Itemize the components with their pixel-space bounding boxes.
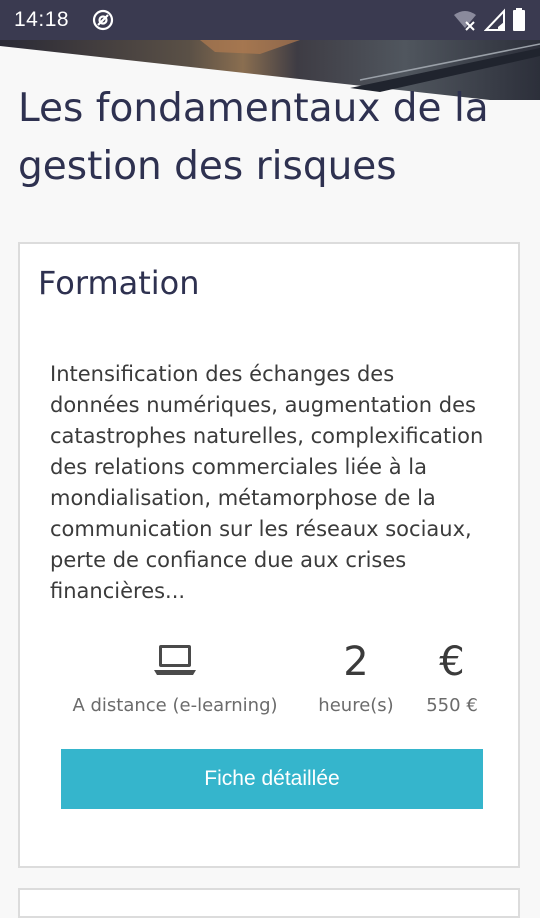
stat-duration-label: heure(s) (318, 695, 394, 716)
signal-icon (484, 8, 505, 31)
training-card: Formation Intensification des échanges d… (18, 242, 520, 868)
stat-mode-label: A distance (e-learning) (72, 695, 278, 716)
at-sign-icon (92, 9, 114, 31)
stat-price-label: 550 € (426, 695, 478, 716)
detail-sheet-button[interactable]: Fiche détaillée (61, 749, 483, 809)
battery-icon (513, 8, 525, 31)
laptop-icon (154, 645, 196, 675)
status-bar: 14:18 (0, 0, 540, 40)
euro-icon: € (439, 639, 465, 685)
card-description: Intensification des échanges des données… (50, 362, 484, 603)
stat-duration-value: 2 (343, 639, 369, 685)
card-heading: Formation (38, 264, 200, 302)
wifi-off-icon (454, 11, 476, 31)
stat-price: € 550 € (412, 637, 492, 717)
stat-duration: 2 heure(s) (296, 637, 416, 717)
status-time: 14:18 (14, 8, 70, 31)
page-title: Les fondamentaux de la gestion des risqu… (18, 86, 489, 189)
next-card (18, 888, 520, 918)
stat-mode: A distance (e-learning) (50, 637, 300, 717)
